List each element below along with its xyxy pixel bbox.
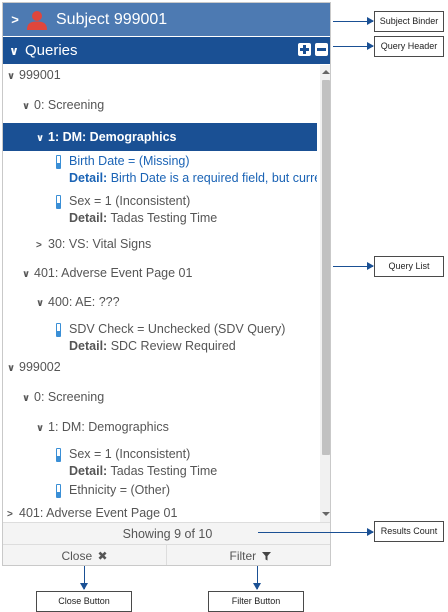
scrollbar[interactable]: [320, 65, 330, 522]
tree-node-label: 999001: [19, 68, 61, 82]
tree-node-label: 1: DM: Demographics: [48, 130, 177, 144]
detail-text: SDC Review Required: [110, 339, 236, 353]
user-icon: [27, 10, 47, 30]
collapse-all-button[interactable]: [315, 43, 328, 56]
query-text: Sex = 1 (Inconsistent): [69, 447, 191, 461]
filter-button-callout: Filter Button: [208, 591, 304, 612]
expand-all-button[interactable]: [298, 43, 311, 56]
detail-text: Birth Date is a required field, but curr…: [110, 171, 317, 185]
tree-node-label: 400: AE: ???: [48, 295, 120, 309]
detail-label: Detail:: [69, 171, 108, 185]
tree-node-event[interactable]: ∨ 0: Screening: [3, 390, 317, 408]
chevron-down-icon: ∨: [36, 133, 45, 144]
tree-node-event[interactable]: ∨ 0: Screening: [3, 98, 317, 116]
filter-button-arrow: [253, 566, 261, 590]
query-footer: Showing 9 of 10 Close ✖ Filter: [3, 522, 330, 565]
chevron-down-icon: ∨: [22, 101, 31, 112]
tree-node-label: 0: Screening: [34, 98, 105, 112]
chevron-right-icon: >: [7, 509, 13, 520]
query-text: Sex = 1 (Inconsistent): [69, 194, 191, 208]
tree-node-event[interactable]: ∨ 401: Adverse Event Page 01: [3, 266, 317, 284]
chevron-down-icon[interactable]: ∨: [3, 44, 25, 58]
detail-label: Detail:: [69, 339, 108, 353]
query-indicator-icon: [56, 484, 61, 498]
results-count: Showing 9 of 10: [122, 527, 213, 541]
detail-label: Detail:: [69, 464, 108, 478]
query-indicator-icon: [56, 155, 61, 169]
scroll-up-arrow-icon[interactable]: [322, 70, 330, 74]
tree-node-form[interactable]: ∨ 400: AE: ???: [3, 295, 317, 313]
filter-label: Filter: [229, 549, 257, 563]
chevron-right-icon[interactable]: >: [4, 12, 26, 27]
tree-node-form[interactable]: ∨ 1: DM: Demographics: [3, 420, 317, 438]
query-header[interactable]: ∨ Queries: [3, 37, 330, 64]
chevron-down-icon: ∨: [7, 71, 16, 82]
query-item[interactable]: Birth Date = (Missing) Detail: Birth Dat…: [3, 154, 317, 188]
tree-node-form[interactable]: >30: VS: Vital Signs: [3, 237, 317, 255]
query-item[interactable]: SDV Check = Unchecked (SDV Query) Detail…: [3, 322, 317, 356]
x-icon: ✖: [97, 549, 108, 563]
tree-node-label: 30: VS: Vital Signs: [48, 237, 152, 251]
query-list-arrow: [333, 262, 374, 270]
query-detail: Detail: Tadas Testing Time: [69, 211, 217, 225]
detail-text: Tadas Testing Time: [110, 464, 218, 478]
close-label: Close: [61, 549, 93, 563]
chevron-down-icon: ∨: [36, 423, 45, 434]
close-button-arrow: [80, 566, 88, 590]
query-list[interactable]: ∨ 999001 ∨ 0: Screening ∨ 1: DM: Demographi…: [3, 65, 317, 522]
query-indicator-icon: [56, 448, 61, 462]
close-button-callout: Close Button: [36, 591, 132, 612]
subject-binder-arrow: [333, 17, 374, 25]
chevron-down-icon: ∨: [22, 393, 31, 404]
tree-node-label: 999002: [19, 360, 61, 374]
query-detail: Detail: SDC Review Required: [69, 339, 236, 353]
tree-node-label: 0: Screening: [34, 390, 105, 404]
results-count-arrow: [258, 528, 374, 536]
chevron-down-icon: ∨: [7, 363, 16, 374]
query-indicator-icon: [56, 195, 61, 209]
tree-node-label: 1: DM: Demographics: [48, 420, 169, 434]
subject-binder[interactable]: > Subject 999001: [3, 3, 330, 36]
scrollbar-thumb[interactable]: [322, 80, 330, 455]
chevron-down-icon: ∨: [22, 269, 31, 280]
query-detail: Detail: Birth Date is a required field, …: [69, 171, 317, 185]
subject-binder-callout: Subject Binder: [374, 11, 444, 32]
footer-buttons: Close ✖ Filter: [3, 544, 330, 565]
tree-node-form-selected[interactable]: ∨ 1: DM: Demographics: [3, 123, 317, 151]
query-text: Birth Date = (Missing): [69, 154, 190, 168]
filter-button[interactable]: Filter: [168, 545, 330, 565]
query-indicator-icon: [56, 323, 61, 337]
tree-node-label: 401: Adverse Event Page 01: [19, 506, 178, 520]
close-button[interactable]: Close ✖: [3, 545, 167, 565]
subject-panel: > Subject 999001 ∨ Queries ∨ 999001 ∨ 0: S…: [2, 2, 331, 566]
tree-node-event[interactable]: >401: Adverse Event Page 01: [3, 506, 317, 522]
tree-node-subject[interactable]: ∨ 999002: [3, 360, 317, 378]
tree-node-subject[interactable]: ∨ 999001: [3, 68, 317, 86]
funnel-icon: [261, 552, 271, 561]
detail-label: Detail:: [69, 211, 108, 225]
queries-title: Queries: [25, 42, 78, 59]
query-header-arrow: [333, 42, 374, 50]
tree-node-label: 401: Adverse Event Page 01: [34, 266, 193, 280]
query-item[interactable]: Sex = 1 (Inconsistent) Detail: Tadas Tes…: [3, 447, 317, 481]
query-list-callout: Query List: [374, 256, 444, 277]
query-header-callout: Query Header: [374, 36, 444, 57]
query-item[interactable]: Sex = 1 (Inconsistent) Detail: Tadas Tes…: [3, 194, 317, 228]
detail-text: Tadas Testing Time: [110, 211, 218, 225]
results-count-callout: Results Count: [374, 521, 444, 542]
chevron-right-icon: >: [36, 240, 42, 251]
subject-title: Subject 999001: [56, 10, 168, 28]
query-item[interactable]: Ethnicity = (Other): [3, 483, 317, 501]
query-detail: Detail: Tadas Testing Time: [69, 464, 217, 478]
chevron-down-icon: ∨: [36, 298, 45, 309]
scroll-down-arrow-icon[interactable]: [322, 512, 330, 516]
query-text: Ethnicity = (Other): [69, 483, 171, 497]
query-text: SDV Check = Unchecked (SDV Query): [69, 322, 286, 336]
